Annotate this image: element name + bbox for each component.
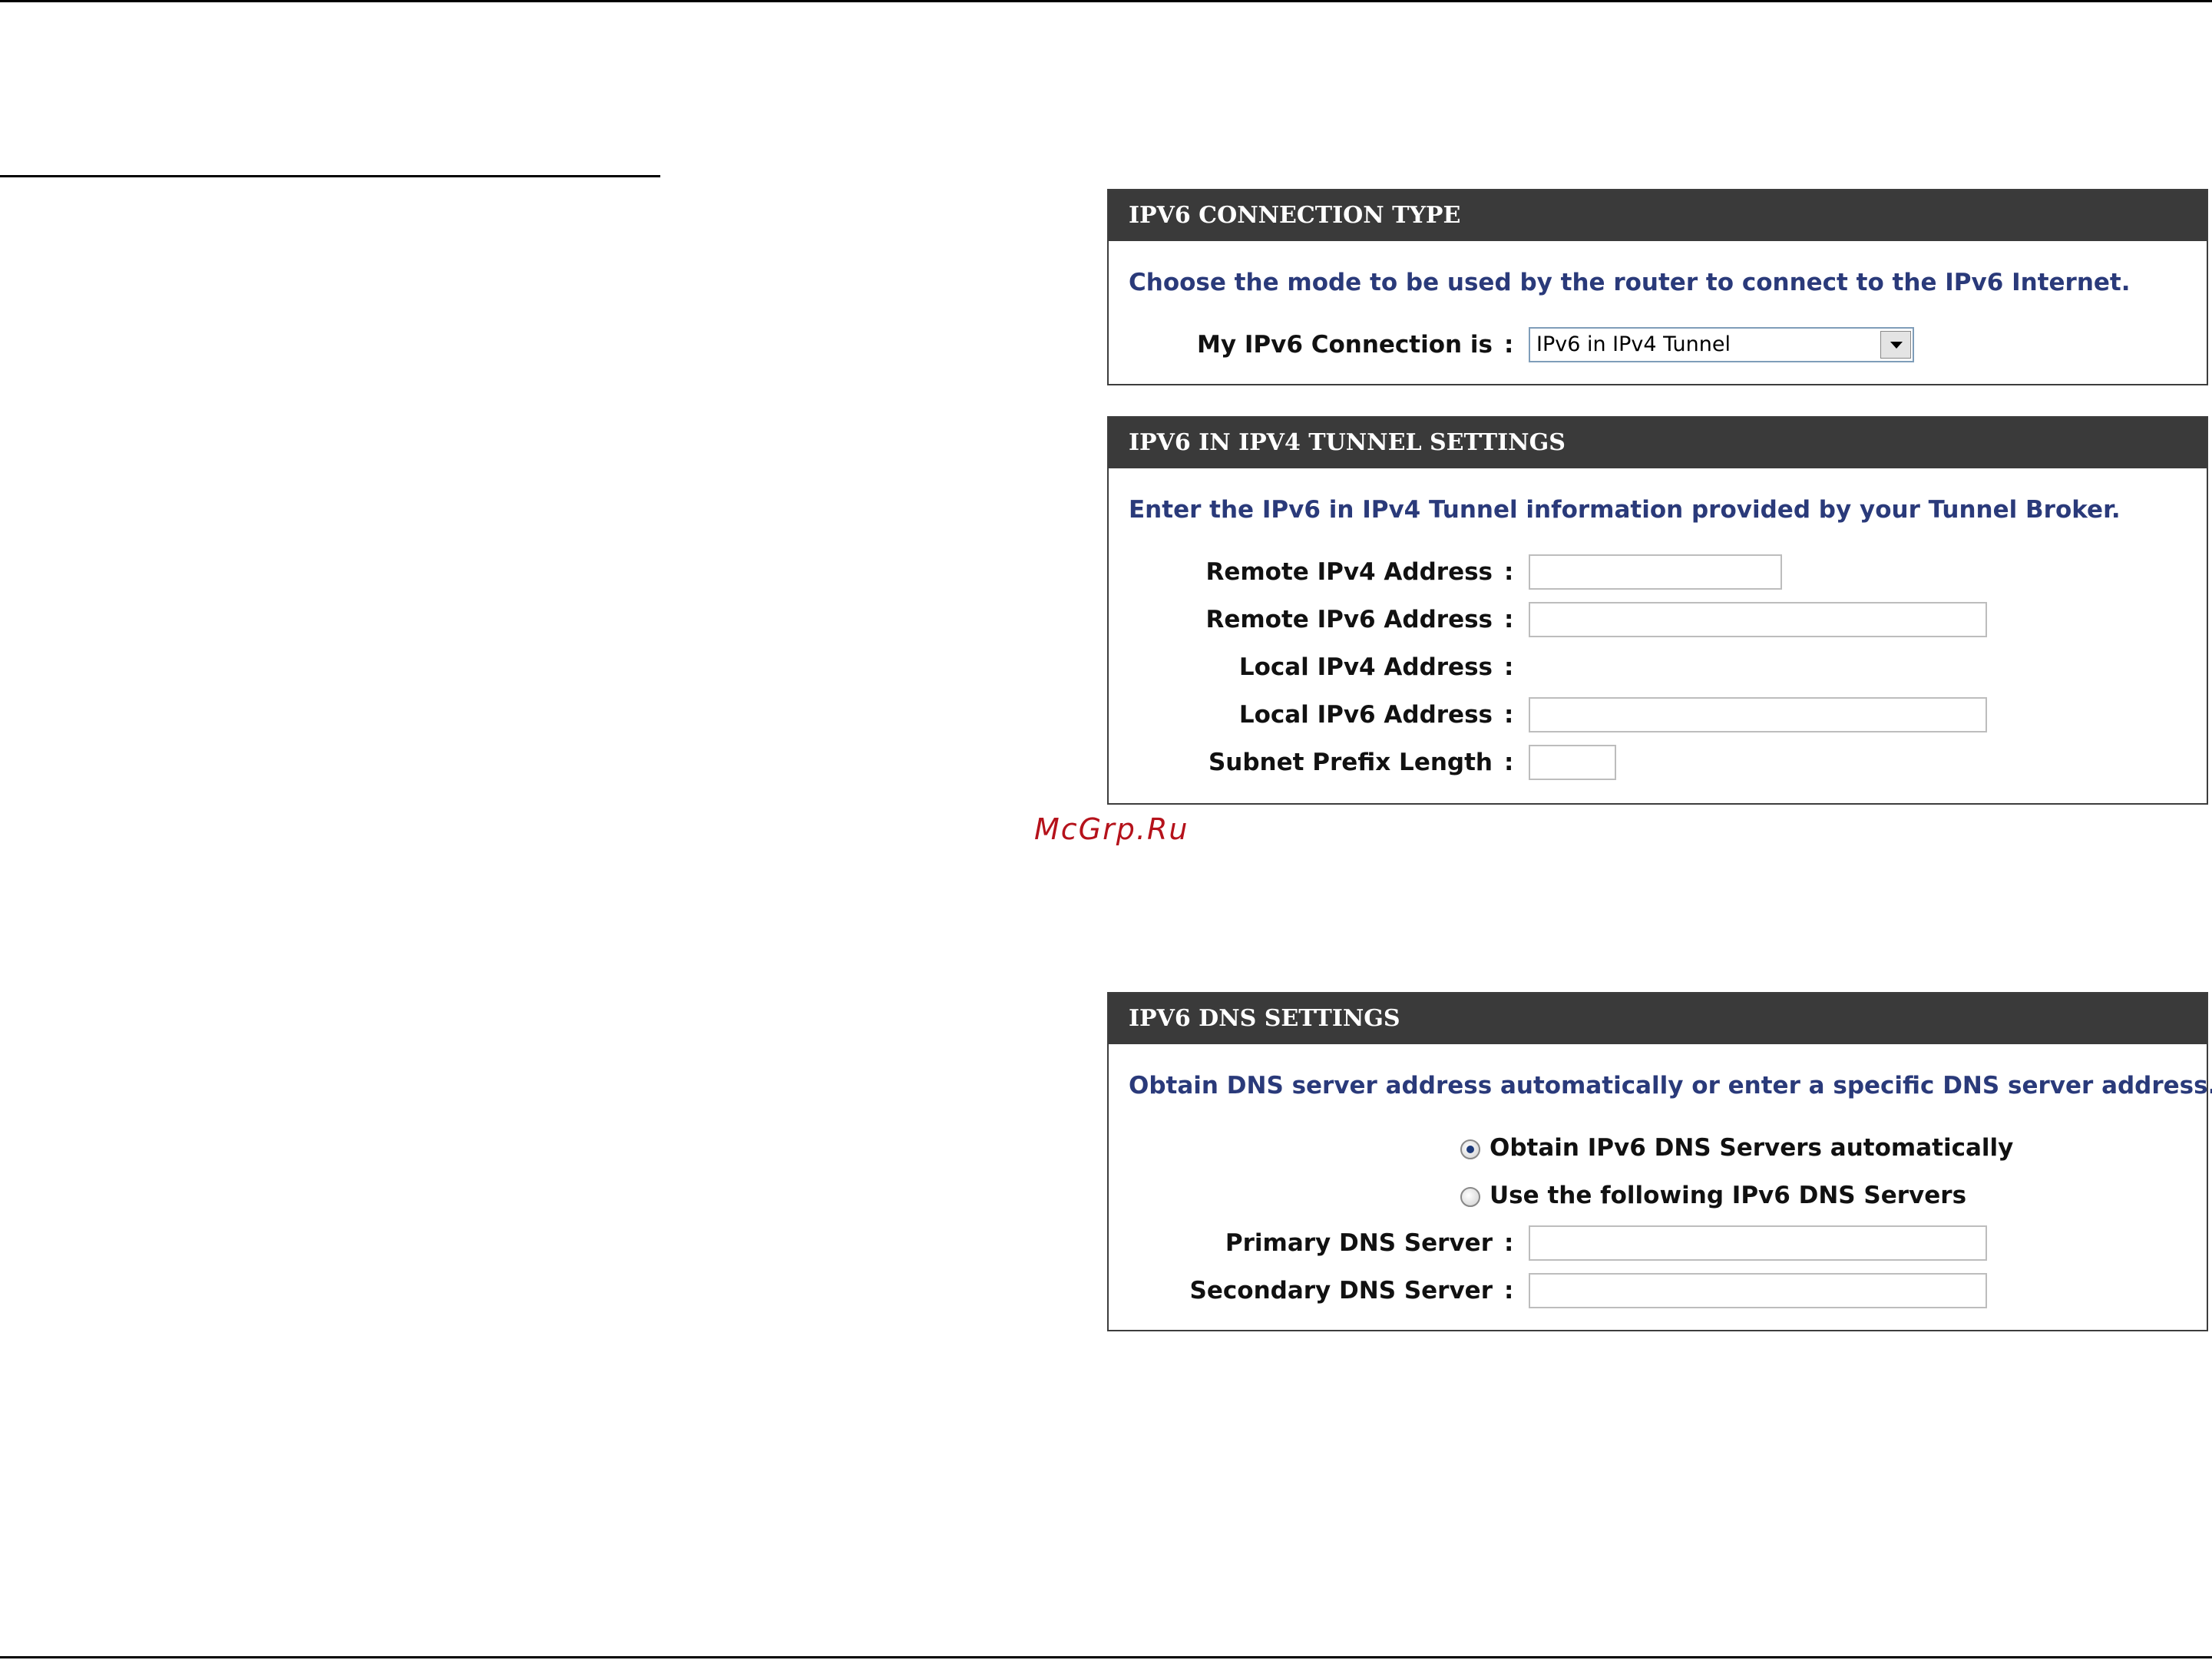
colon: : [1504, 1229, 1514, 1257]
remote-ipv4-input[interactable] [1529, 554, 1782, 590]
colon: : [1504, 701, 1514, 729]
tunnel-settings-panel: IPV6 IN IPV4 TUNNEL SETTINGS Enter the I… [1107, 416, 2208, 805]
local-ipv6-row: Local IPv6 Address : [1109, 696, 2107, 734]
tunnel-settings-header: IPV6 IN IPV4 TUNNEL SETTINGS [1109, 418, 2207, 468]
subnet-prefix-input[interactable] [1529, 745, 1616, 780]
local-ipv4-row: Local IPv4 Address : [1109, 648, 2107, 686]
primary-dns-row: Primary DNS Server : [1109, 1224, 2107, 1262]
colon: : [1504, 653, 1514, 681]
colon: : [1504, 749, 1514, 776]
local-ipv6-input[interactable] [1529, 697, 1987, 732]
dns-settings-description: Obtain DNS server address automatically … [1129, 1072, 2212, 1100]
secondary-dns-input[interactable] [1529, 1273, 1987, 1308]
connection-mode-select[interactable]: IPv6 in IPv4 Tunnel [1529, 327, 1914, 362]
heading-underline [0, 175, 660, 177]
connection-type-panel: IPV6 CONNECTION TYPE Choose the mode to … [1107, 189, 2208, 385]
remote-ipv6-label: Remote IPv6 Address [1205, 606, 1493, 633]
subnet-prefix-label: Subnet Prefix Length [1208, 749, 1493, 776]
radio-auto-dns-button[interactable] [1460, 1139, 1480, 1159]
secondary-dns-row: Secondary DNS Server : [1109, 1271, 2107, 1310]
dns-settings-panel: IPV6 DNS SETTINGS Obtain DNS server addr… [1107, 992, 2212, 1331]
connection-mode-value: IPv6 in IPv4 Tunnel [1536, 332, 1731, 356]
top-rule [0, 0, 2212, 2]
connection-type-description: Choose the mode to be used by the router… [1129, 269, 2131, 296]
remote-ipv6-row: Remote IPv6 Address : [1109, 600, 2107, 639]
remote-ipv6-input[interactable] [1529, 602, 1987, 637]
radio-manual-dns-label[interactable]: Use the following IPv6 DNS Servers [1490, 1176, 1966, 1215]
primary-dns-input[interactable] [1529, 1225, 1987, 1261]
secondary-dns-label: Secondary DNS Server [1189, 1277, 1493, 1305]
connection-mode-row: My IPv6 Connection is : IPv6 in IPv4 Tun… [1109, 326, 1953, 364]
subnet-prefix-row: Subnet Prefix Length : [1109, 743, 2107, 782]
connection-type-header: IPV6 CONNECTION TYPE [1109, 190, 2207, 241]
primary-dns-label: Primary DNS Server [1225, 1229, 1493, 1257]
colon: : [1504, 558, 1514, 586]
connection-mode-label: My IPv6 Connection is [1197, 331, 1493, 359]
colon: : [1504, 606, 1514, 633]
watermark-text: McGrp.Ru [1034, 812, 1189, 846]
dns-settings-header: IPV6 DNS SETTINGS [1109, 994, 2207, 1044]
bottom-rule [0, 1656, 2212, 1658]
remote-ipv4-label: Remote IPv4 Address [1205, 558, 1493, 586]
chevron-down-icon[interactable] [1880, 331, 1911, 359]
radio-manual-dns-button[interactable] [1460, 1187, 1480, 1207]
colon: : [1504, 331, 1514, 359]
remote-ipv4-row: Remote IPv4 Address : [1109, 553, 2107, 591]
local-ipv4-label: Local IPv4 Address [1238, 653, 1493, 681]
colon: : [1504, 1277, 1514, 1305]
local-ipv6-label: Local IPv6 Address [1238, 701, 1493, 729]
radio-auto-dns-label[interactable]: Obtain IPv6 DNS Servers automatically [1490, 1129, 2013, 1167]
tunnel-settings-description: Enter the IPv6 in IPv4 Tunnel informatio… [1129, 496, 2121, 524]
